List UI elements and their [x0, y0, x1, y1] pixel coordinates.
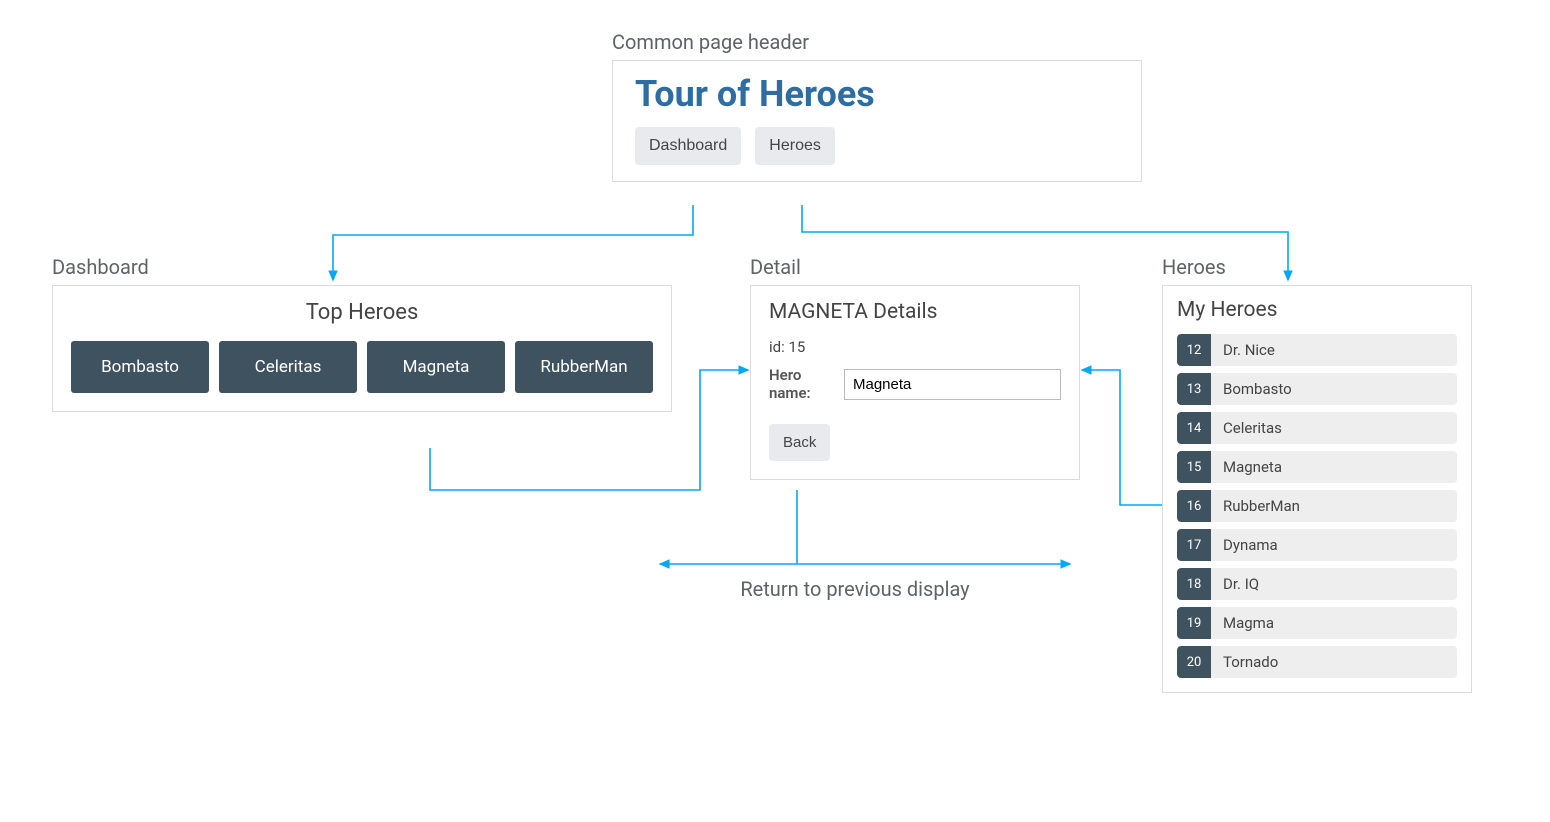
hero-list: 12Dr. Nice13Bombasto14Celeritas15Magneta… [1177, 334, 1457, 678]
hero-id-badge: 15 [1177, 451, 1211, 483]
hero-id-badge: 17 [1177, 529, 1211, 561]
hero-id-badge: 16 [1177, 490, 1211, 522]
hero-list-item[interactable]: 12Dr. Nice [1177, 334, 1457, 366]
hero-list-item[interactable]: 13Bombasto [1177, 373, 1457, 405]
hero-tile[interactable]: Magneta [367, 341, 505, 393]
detail-panel: MAGNETA Details id: 15 Hero name: Back [750, 285, 1080, 480]
hero-tiles-row: Bombasto Celeritas Magneta RubberMan [71, 341, 653, 393]
hero-name: Magma [1211, 607, 1457, 639]
hero-list-item[interactable]: 20Tornado [1177, 646, 1457, 678]
return-caption: Return to previous display [665, 577, 1045, 601]
hero-tile[interactable]: RubberMan [515, 341, 653, 393]
hero-name-input[interactable] [844, 369, 1061, 400]
hero-tile[interactable]: Celeritas [219, 341, 357, 393]
hero-id-badge: 12 [1177, 334, 1211, 366]
nav-row: Dashboard Heroes [635, 127, 1123, 165]
hero-list-item[interactable]: 18Dr. IQ [1177, 568, 1457, 600]
hero-id-badge: 20 [1177, 646, 1211, 678]
hero-id-badge: 19 [1177, 607, 1211, 639]
dashboard-panel: Top Heroes Bombasto Celeritas Magneta Ru… [52, 285, 672, 412]
detail-id-line: id: 15 [769, 338, 1061, 356]
back-button[interactable]: Back [769, 424, 830, 461]
hero-list-item[interactable]: 14Celeritas [1177, 412, 1457, 444]
hero-name: Bombasto [1211, 373, 1457, 405]
heroes-title: My Heroes [1177, 298, 1457, 322]
heroes-section-label: Heroes [1162, 255, 1472, 279]
hero-id-badge: 13 [1177, 373, 1211, 405]
hero-name: RubberMan [1211, 490, 1457, 522]
hero-tile[interactable]: Bombasto [71, 341, 209, 393]
hero-name: Celeritas [1211, 412, 1457, 444]
hero-id-badge: 18 [1177, 568, 1211, 600]
hero-list-item[interactable]: 16RubberMan [1177, 490, 1457, 522]
hero-list-item[interactable]: 17Dynama [1177, 529, 1457, 561]
hero-name: Dr. Nice [1211, 334, 1457, 366]
hero-list-item[interactable]: 19Magma [1177, 607, 1457, 639]
heroes-panel: My Heroes 12Dr. Nice13Bombasto14Celerita… [1162, 285, 1472, 693]
hero-name: Dynama [1211, 529, 1457, 561]
header-section-label: Common page header [612, 30, 1142, 54]
hero-name: Tornado [1211, 646, 1457, 678]
hero-list-item[interactable]: 15Magneta [1177, 451, 1457, 483]
nav-heroes-button[interactable]: Heroes [755, 127, 835, 165]
hero-name: Magneta [1211, 451, 1457, 483]
detail-title: MAGNETA Details [769, 300, 1061, 324]
detail-id-label: id: [769, 338, 785, 356]
hero-name: Dr. IQ [1211, 568, 1457, 600]
detail-name-row: Hero name: [769, 366, 1061, 402]
nav-dashboard-button[interactable]: Dashboard [635, 127, 741, 165]
detail-section-label: Detail [750, 255, 1080, 279]
detail-name-label: Hero name: [769, 366, 836, 402]
app-title: Tour of Heroes [635, 73, 1123, 115]
hero-id-badge: 14 [1177, 412, 1211, 444]
header-panel: Tour of Heroes Dashboard Heroes [612, 60, 1142, 182]
dashboard-section-label: Dashboard [52, 255, 672, 279]
dashboard-title: Top Heroes [71, 300, 653, 325]
detail-id-value: 15 [788, 338, 805, 356]
